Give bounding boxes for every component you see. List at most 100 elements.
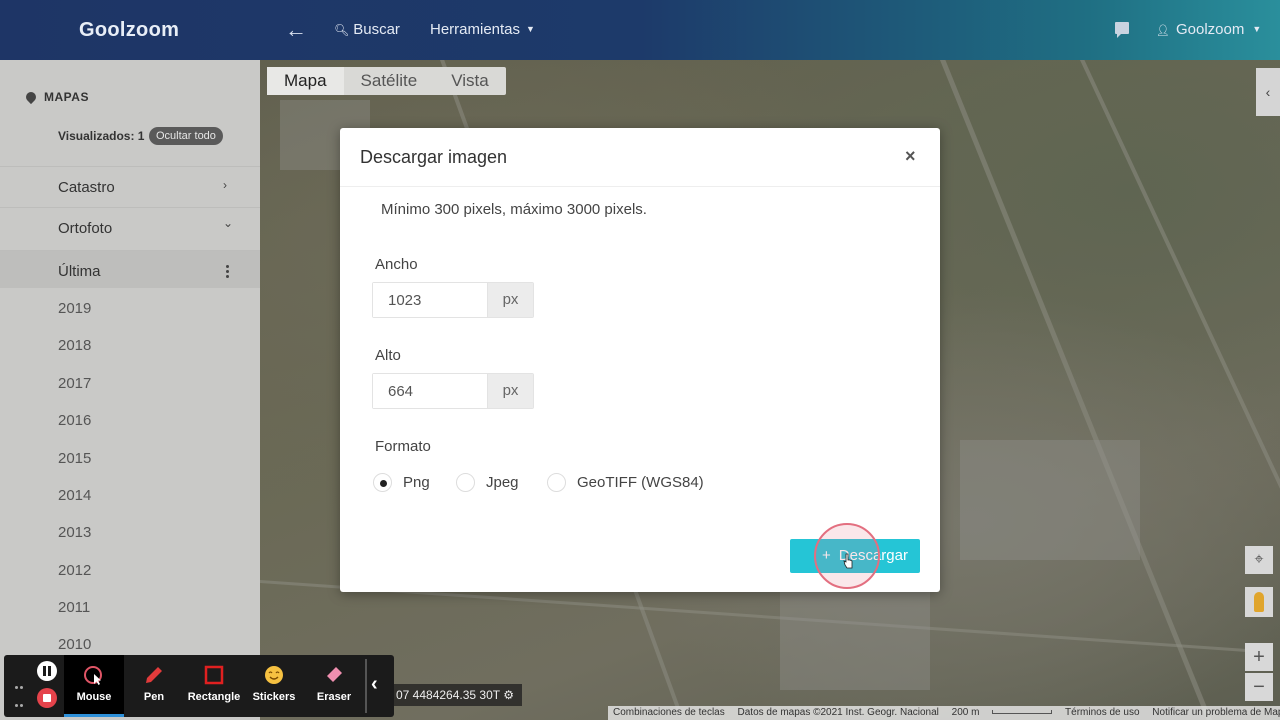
sidebar-item-label: Última [58, 263, 101, 280]
more-options-icon[interactable] [226, 265, 229, 280]
sidebar-heading: MAPAS [23, 89, 89, 105]
sidebar-item-label: Ortofoto [58, 220, 113, 237]
user-menu[interactable]: 👤︎ Goolzoom ▼ [1156, 21, 1261, 38]
smiley-sticker-icon [265, 666, 283, 684]
sidebar-item-catastro[interactable]: Catastro › [0, 166, 260, 206]
tools-label: Herramientas [430, 21, 521, 38]
tool-eraser[interactable]: Eraser [304, 655, 364, 717]
tool-label: Rectangle [187, 691, 241, 703]
radio-unselected[interactable] [456, 472, 475, 492]
px-unit-label: px [487, 374, 533, 408]
tool-rectangle[interactable]: Rectangle [184, 655, 244, 717]
street-view-pegman-icon[interactable] [1245, 587, 1273, 617]
zoom-out-button[interactable]: − [1245, 673, 1273, 701]
sidebar-item-ultima[interactable]: Última [0, 250, 260, 288]
chevron-left-icon: ‹ [1265, 84, 1271, 100]
arrow-left-icon[interactable]: ← [285, 17, 307, 43]
search-button[interactable]: 🔍︎ Buscar [334, 21, 400, 38]
radio-selected[interactable] [373, 472, 392, 492]
format-option-label: Png [403, 473, 430, 491]
my-location-button[interactable]: ⌖ [1245, 546, 1273, 574]
map-road [940, 60, 1215, 720]
px-unit-label: px [487, 283, 533, 317]
year-item-2017[interactable]: 2017 [58, 375, 91, 392]
tool-label: Pen [143, 691, 165, 703]
panel-collapse-button[interactable]: ‹ [1256, 68, 1280, 116]
map-pin-icon [23, 89, 39, 105]
pause-icon[interactable] [37, 661, 57, 681]
year-item-2013[interactable]: 2013 [58, 524, 91, 541]
crosshair-icon: ⌖ [1254, 551, 1264, 568]
terms-link[interactable]: Términos de uso [1065, 707, 1139, 718]
sidebar-item-ortofoto[interactable]: Ortofoto ⌄ [0, 207, 260, 247]
maps-sidebar: MAPAS Visualizados: 1 Ocultar todo Catas… [0, 60, 260, 720]
height-input[interactable] [373, 374, 487, 408]
tool-stickers[interactable]: Stickers [244, 655, 304, 717]
map-data-credit: Datos de mapas ©2021 Inst. Geogr. Nacion… [737, 707, 939, 718]
year-item-2015[interactable]: 2015 [58, 450, 91, 467]
eraser-icon [327, 667, 342, 682]
map-attribution: Combinaciones de teclas Datos de mapas ©… [608, 706, 1280, 720]
hide-all-button[interactable]: Ocultar todo [149, 127, 223, 145]
app-logo[interactable]: Goolzoom [79, 19, 179, 42]
tab-vista[interactable]: Vista [434, 67, 506, 95]
keyboard-shortcuts-link[interactable]: Combinaciones de teclas [613, 707, 725, 718]
gear-icon[interactable]: ⚙ [503, 688, 514, 702]
tool-label: Mouse [76, 691, 112, 703]
sidebar-item-label: Catastro [58, 179, 115, 196]
report-problem-link[interactable]: Notificar un problema de Maps [1152, 707, 1280, 718]
format-label: Formato [375, 438, 431, 455]
year-item-2016[interactable]: 2016 [58, 412, 91, 429]
year-item-2012[interactable]: 2012 [58, 562, 91, 579]
sidebar-heading-label: MAPAS [44, 90, 89, 104]
scale-bar [992, 710, 1053, 714]
format-option-label: GeoTIFF (WGS84) [577, 473, 704, 491]
map-buildings [960, 440, 1140, 560]
stop-record-icon[interactable] [37, 688, 57, 708]
map-type-tabs: Mapa Satélite Vista [267, 67, 506, 95]
year-item-2011[interactable]: 2011 [58, 599, 90, 616]
search-icon: 🔍︎ [334, 23, 350, 37]
rectangle-icon [204, 665, 224, 685]
year-item-2019[interactable]: 2019 [58, 300, 91, 317]
dialog-title: Descargar imagen [360, 147, 508, 167]
year-item-2010[interactable]: 2010 [58, 636, 91, 653]
caret-down-icon: ▼ [1252, 24, 1262, 34]
chevron-left-icon[interactable]: ‹ [371, 673, 378, 696]
user-label: Goolzoom [1175, 21, 1245, 38]
year-item-2014[interactable]: 2014 [58, 487, 91, 504]
height-input-group: px [372, 373, 534, 409]
hand-cursor-icon [843, 553, 853, 569]
tool-pen[interactable]: Pen [124, 655, 184, 717]
screen-recorder-toolbar: Mouse Pen Rectangle Stickers Eraser ‹ [4, 655, 394, 717]
format-option-label: Jpeg [486, 473, 519, 491]
width-input[interactable] [373, 283, 487, 317]
chevron-right-icon: › [223, 178, 227, 192]
tab-satelite[interactable]: Satélite [344, 67, 435, 95]
user-icon: 👤︎ [1156, 25, 1170, 37]
tool-mouse[interactable]: Mouse [64, 655, 124, 717]
tab-mapa[interactable]: Mapa [267, 67, 344, 95]
format-option-geotiff[interactable]: GeoTIFF (WGS84) [547, 472, 704, 492]
format-option-jpeg[interactable]: Jpeg [456, 472, 519, 492]
chat-icon[interactable] [1115, 22, 1129, 38]
radio-unselected[interactable] [547, 472, 566, 492]
close-icon[interactable]: × [905, 146, 916, 167]
size-hint: Mínimo 300 pixels, máximo 3000 pixels. [381, 201, 647, 218]
visualized-count: Visualizados: 1 [58, 129, 145, 143]
width-input-group: px [372, 282, 534, 318]
mouse-pointer-icon [84, 666, 102, 685]
top-bar: Goolzoom ← 🔍︎ Buscar Herramientas ▼ 👤︎ Gool… [0, 0, 1280, 60]
format-option-png[interactable]: Png [373, 472, 430, 492]
height-label: Alto [375, 347, 401, 364]
caret-down-icon: ▼ [526, 24, 535, 34]
chevron-down-icon: ⌄ [223, 216, 234, 230]
year-item-2018[interactable]: 2018 [58, 337, 91, 354]
pen-icon [146, 667, 162, 683]
tools-menu[interactable]: Herramientas ▼ [430, 21, 535, 38]
dialog-divider [340, 186, 940, 187]
coordinate-readout: 07 4484264.35 30T ⚙ [382, 684, 522, 706]
zoom-in-button[interactable]: + [1245, 643, 1273, 671]
drag-handle-icon[interactable] [14, 677, 24, 720]
scale-label[interactable]: 200 m [952, 707, 980, 718]
